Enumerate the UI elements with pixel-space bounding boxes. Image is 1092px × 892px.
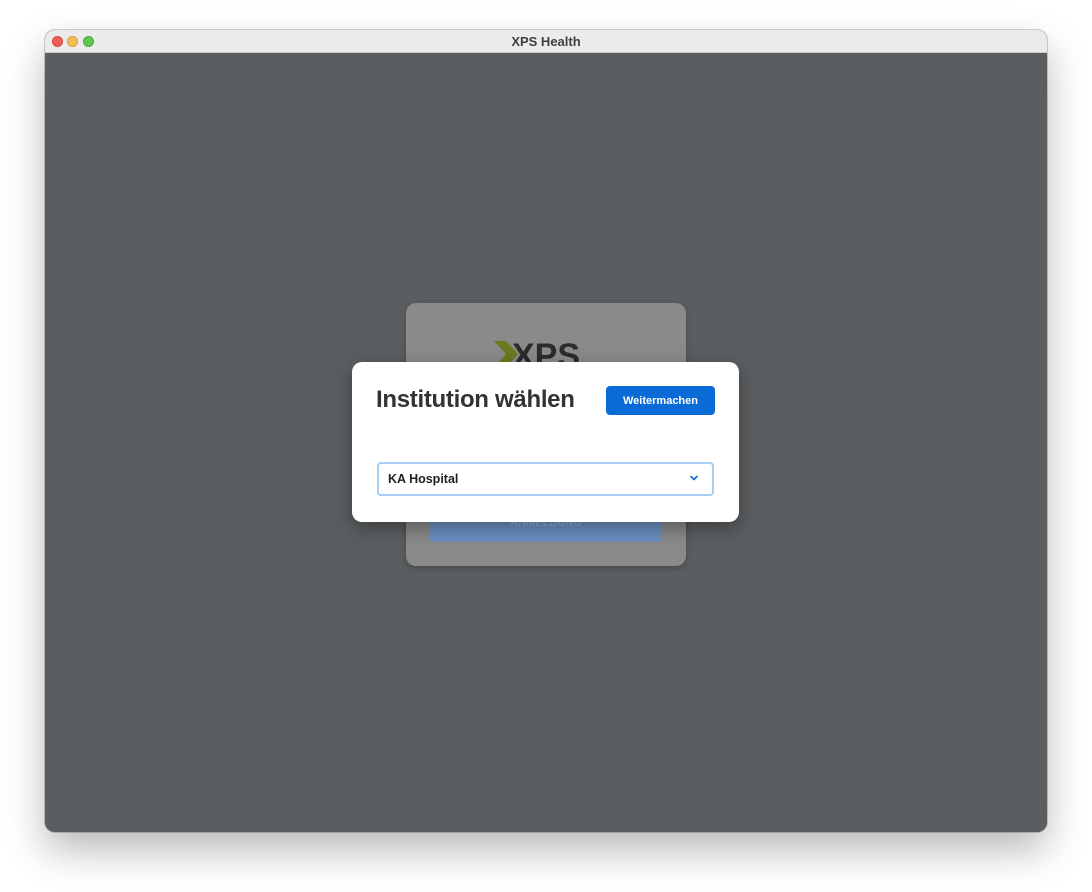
title-bar: XPS Health <box>45 30 1047 53</box>
continue-button[interactable]: Weitermachen <box>606 386 715 415</box>
modal-overlay: XPS ANMELDUNG Institution wählen Weiterm… <box>45 53 1047 832</box>
institution-select-value: KA Hospital <box>388 472 459 486</box>
dialog-title: Institution wählen <box>376 386 575 413</box>
institution-dialog: Institution wählen Weitermachen KA Hospi… <box>352 362 739 522</box>
app-window: XPS Health XPS ANMELDUNG Institution wäh… <box>45 30 1047 832</box>
chevron-down-icon <box>690 475 698 481</box>
institution-select[interactable]: KA Hospital <box>377 462 714 496</box>
window-title: XPS Health <box>511 34 581 49</box>
